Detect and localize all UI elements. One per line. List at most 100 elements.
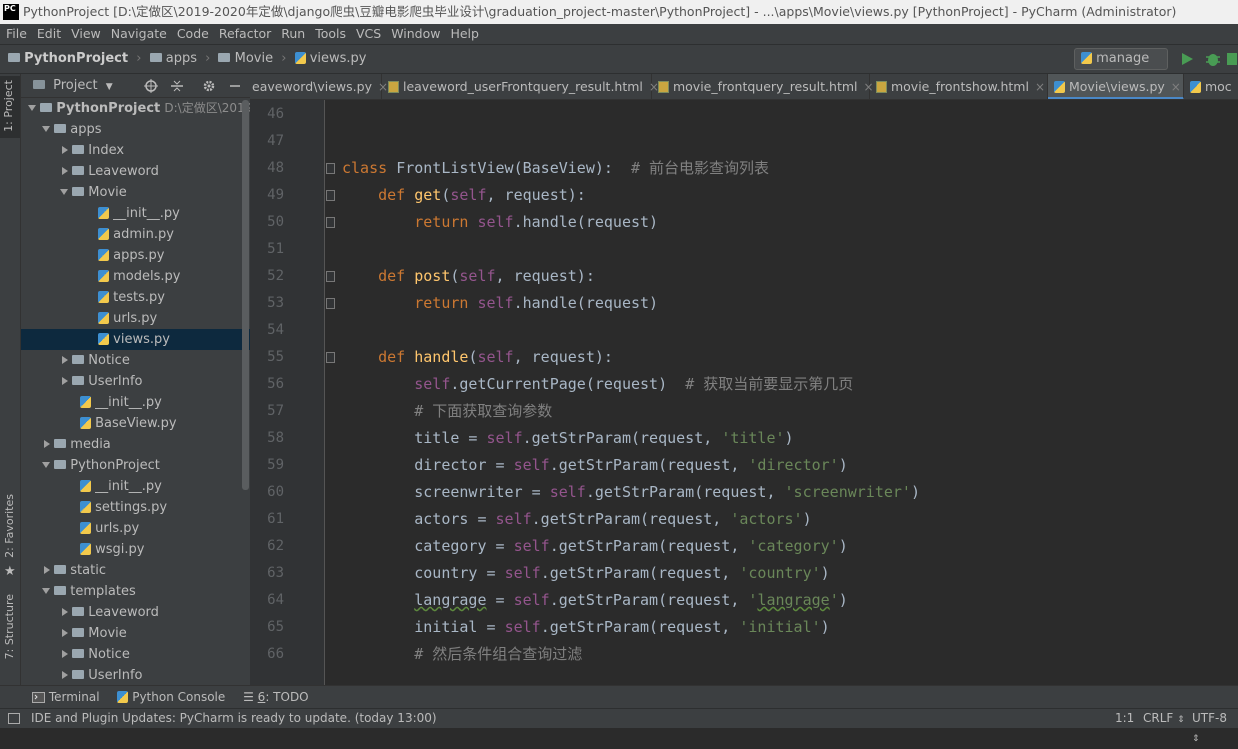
code-line[interactable]: category = self.getStrParam(request, 'ca… [342, 533, 848, 560]
breadcrumb-item-apps[interactable]: apps [149, 51, 202, 66]
code-line[interactable]: title = self.getStrParam(request, 'title… [342, 425, 793, 452]
menu-edit[interactable]: Edit [36, 26, 61, 41]
tree-item-urls[interactable]: urls.py [21, 308, 250, 329]
menu-run[interactable]: Run [280, 26, 305, 41]
project-tool-tab[interactable]: 1: Project [0, 76, 20, 138]
debug-icon[interactable] [1205, 51, 1221, 67]
menu-help[interactable]: Help [449, 26, 479, 41]
tree-item-templates[interactable]: templates [21, 581, 250, 602]
tree-item-userinfo[interactable]: UserInfo [21, 371, 250, 392]
code-line[interactable]: # 下面获取查询参数 [342, 398, 552, 425]
folder-icon [72, 670, 85, 679]
tab-movie-frontquery-result[interactable]: movie_frontquery_result.html × [652, 74, 874, 99]
code-line[interactable]: def get(self, request): [342, 182, 586, 209]
tree-item-settings[interactable]: settings.py [21, 497, 250, 518]
code-token: = [486, 591, 514, 609]
menu-window[interactable]: Window [390, 26, 440, 41]
tree-item-media[interactable]: media [21, 434, 250, 455]
tree-item-pkg-init[interactable]: __init__.py [21, 476, 250, 497]
tree-item-index[interactable]: Index [21, 140, 250, 161]
line-number: 64 [267, 592, 284, 608]
close-icon[interactable]: × [1035, 80, 1045, 94]
tab-models[interactable]: moc [1184, 74, 1238, 99]
code-line[interactable]: # 然后条件组合查询过滤 [342, 641, 582, 668]
tree-item-pythonproject-pkg[interactable]: PythonProject [21, 455, 250, 476]
menu-vcs[interactable]: VCS [355, 26, 381, 41]
tree-item-admin[interactable]: admin.py [21, 224, 250, 245]
tree-item-notice[interactable]: Notice [21, 350, 250, 371]
encoding-select[interactable]: UTF-8 ⇕ [1192, 709, 1238, 749]
chevron-down-icon[interactable]: ▼ [106, 82, 113, 92]
tree-item-pythonproject-root[interactable]: PythonProject D:\定做区\2019-2 [21, 98, 250, 119]
tab-leaveword-userfrontquery-result[interactable]: leaveword_userFrontquery_result.html × [382, 74, 659, 99]
tree-item-templates-userinfo[interactable]: UserInfo [21, 665, 250, 685]
status-message[interactable]: IDE and Plugin Updates: PyCharm is ready… [31, 709, 437, 728]
tree-item-apps-py[interactable]: apps.py [21, 245, 250, 266]
tree-item-pkg-urls[interactable]: urls.py [21, 518, 250, 539]
breadcrumb-item-views[interactable]: views.py [294, 51, 367, 66]
todo-tool-button[interactable]: ☰ 6: TODO [243, 690, 309, 704]
hide-icon[interactable] [228, 79, 242, 93]
breadcrumb-item-movie[interactable]: Movie [218, 51, 277, 66]
coverage-icon[interactable] [1226, 51, 1238, 67]
tab-movie-frontshow[interactable]: movie_frontshow.html × [870, 74, 1048, 99]
tree-item-templates-notice[interactable]: Notice [21, 644, 250, 665]
code-line[interactable]: screenwriter = self.getStrParam(request,… [342, 479, 920, 506]
code-line[interactable]: country = self.getStrParam(request, 'cou… [342, 560, 829, 587]
code-line[interactable]: class FrontListView(BaseView): # 前台电影查询列… [342, 155, 769, 182]
close-icon[interactable]: × [1171, 80, 1181, 94]
tree-item-movie[interactable]: Movie [21, 182, 250, 203]
python-console-tool-button[interactable]: Python Console [117, 690, 229, 704]
tree-item-templates-leaveword[interactable]: Leaveword [21, 602, 250, 623]
code-line[interactable]: actors = self.getStrParam(request, 'acto… [342, 506, 811, 533]
code-line[interactable]: return self.handle(request) [342, 209, 658, 236]
menu-navigate[interactable]: Navigate [110, 26, 167, 41]
tree-item-templates-movie[interactable]: Movie [21, 623, 250, 644]
collapse-all-icon[interactable] [170, 79, 184, 93]
run-icon[interactable] [1180, 52, 1194, 66]
code-line[interactable]: def post(self, request): [342, 263, 595, 290]
tree-item-wsgi[interactable]: wsgi.py [21, 539, 250, 560]
code-line[interactable]: director = self.getStrParam(request, 'di… [342, 452, 848, 479]
python-file-icon [98, 311, 109, 324]
project-view-select[interactable]: Project [53, 78, 97, 93]
code-line[interactable]: return self.handle(request) [342, 290, 658, 317]
code-line[interactable]: self.getCurrentPage(request) # 获取当前要显示第几… [342, 371, 853, 398]
tab-leaveword-views[interactable]: eaveword\views.py × [250, 74, 388, 99]
menu-view[interactable]: View [70, 26, 101, 41]
tab-movie-views-active[interactable]: Movie\views.py × [1048, 74, 1184, 99]
code-token: 'director' [748, 456, 839, 474]
code-line[interactable]: initial = self.getStrParam(request, 'ini… [342, 614, 830, 641]
line-separator-select[interactable]: CRLF ⇕ [1143, 709, 1185, 730]
menu-refactor[interactable]: Refactor [218, 26, 271, 41]
code-editor[interactable]: class FrontListView(BaseView): # 前台电影查询列… [326, 100, 1238, 685]
tree-item-baseview[interactable]: BaseView.py [21, 413, 250, 434]
event-log-icon[interactable] [8, 713, 20, 724]
caret-position[interactable]: 1:1 [1115, 709, 1134, 728]
terminal-tool-button[interactable]: Terminal [32, 690, 103, 704]
line-number: 62 [267, 538, 284, 554]
breadcrumb-item-project[interactable]: PythonProject [8, 51, 132, 66]
tree-item-views-selected[interactable]: views.py [21, 329, 250, 350]
tree-item-tests[interactable]: tests.py [21, 287, 250, 308]
tree-item-static[interactable]: static [21, 560, 250, 581]
tree-item-movie-init[interactable]: __init__.py [21, 203, 250, 224]
code-token: def [378, 186, 415, 204]
code-token: self [513, 456, 550, 474]
locate-icon[interactable] [144, 79, 158, 93]
structure-tool-tab[interactable]: 7: Structure [1, 594, 21, 674]
gear-icon[interactable] [202, 79, 216, 93]
tree-item-leaveword[interactable]: Leaveword [21, 161, 250, 182]
favorites-tool-tab[interactable]: 2: Favorites ★ [1, 494, 21, 584]
menu-file[interactable]: File [5, 26, 27, 41]
menu-tools[interactable]: Tools [314, 26, 346, 41]
code-line[interactable]: def handle(self, request): [342, 344, 613, 371]
tree-item-apps[interactable]: apps [21, 119, 250, 140]
menu-code[interactable]: Code [176, 26, 209, 41]
tree-item-apps-init[interactable]: __init__.py [21, 392, 250, 413]
run-configuration-select[interactable]: manage ▼ [1074, 48, 1168, 85]
code-line[interactable]: langrage = self.getStrParam(request, 'la… [342, 587, 848, 614]
tree-item-models[interactable]: models.py [21, 266, 250, 287]
code-token: ) [820, 618, 830, 636]
project-tree-scrollbar[interactable] [242, 100, 249, 490]
